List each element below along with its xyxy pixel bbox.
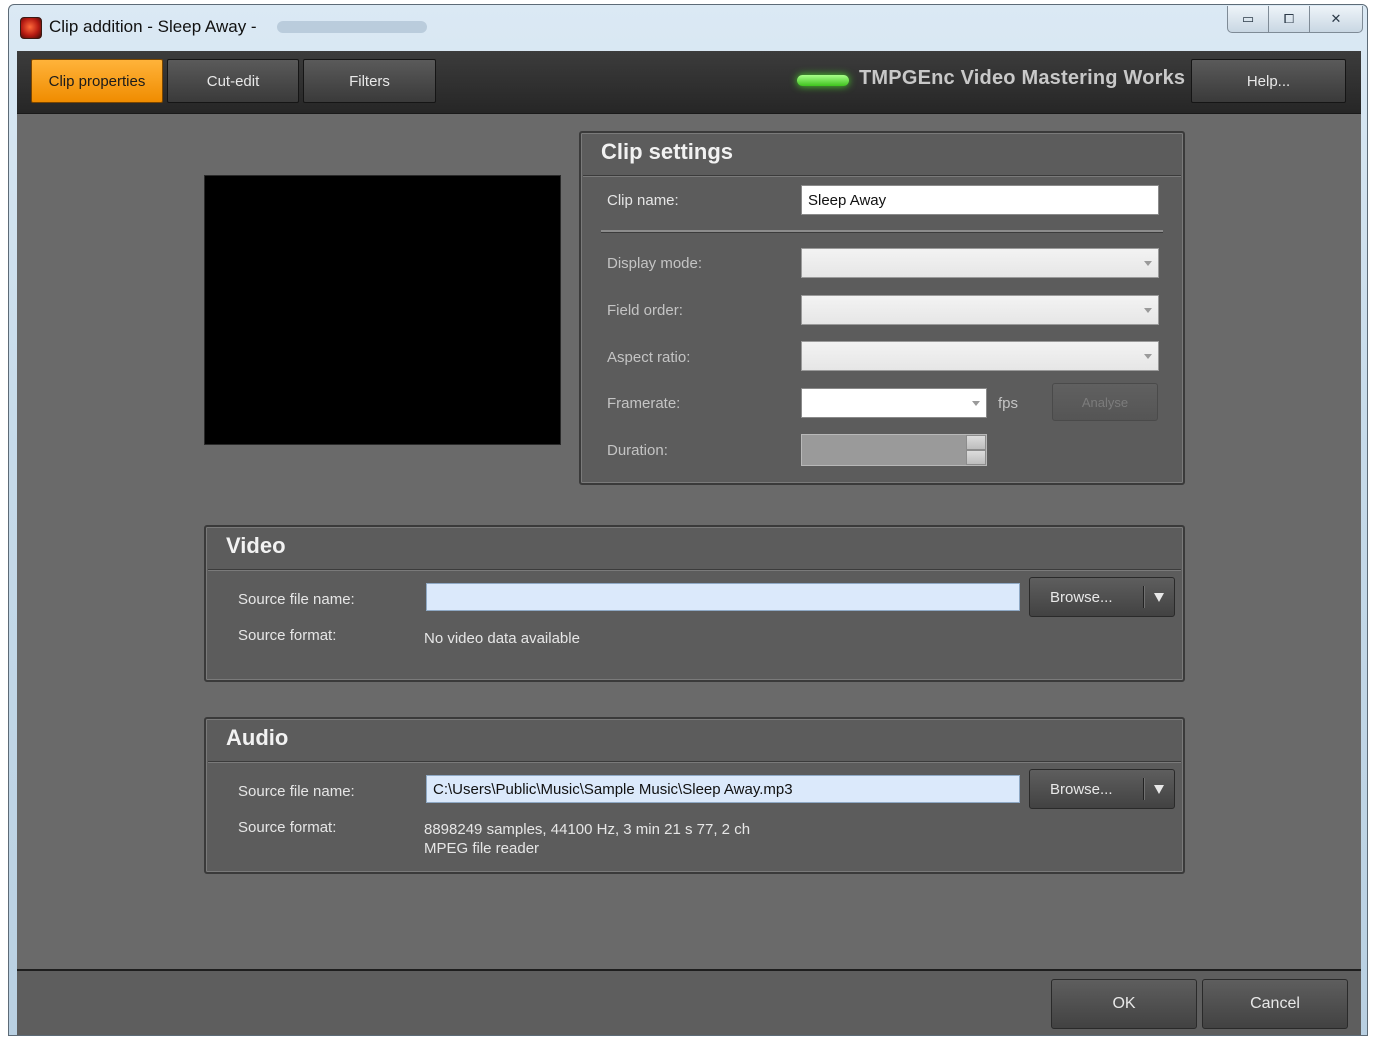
display-mode-select[interactable] xyxy=(801,248,1159,278)
chevron-down-icon xyxy=(1144,308,1152,313)
chevron-down-icon[interactable] xyxy=(1154,785,1164,794)
maximize-button[interactable]: ⧠ xyxy=(1268,6,1310,33)
analyse-button[interactable]: Analyse xyxy=(1052,383,1158,421)
aspect-ratio-select[interactable] xyxy=(801,341,1159,371)
chevron-down-icon xyxy=(972,401,980,406)
footer-bar: OK Cancel xyxy=(17,969,1361,1035)
window-title: Clip addition - Sleep Away - xyxy=(49,17,257,36)
video-source-file-input[interactable] xyxy=(426,583,1020,611)
video-title: Video xyxy=(226,533,286,558)
clip-settings-title: Clip settings xyxy=(601,139,734,164)
app-window: Clip addition - Sleep Away - ▭ ⧠ ✕ Clip … xyxy=(8,4,1368,1036)
duration-spinner[interactable] xyxy=(966,435,986,465)
audio-source-format-line1: 8898249 samples, 44100 Hz, 3 min 21 s 77… xyxy=(424,821,751,838)
video-source-file-label: Source file name: xyxy=(238,591,355,608)
split-divider xyxy=(1143,778,1144,800)
tab-filters[interactable]: Filters xyxy=(303,59,436,103)
video-browse-label: Browse... xyxy=(1050,589,1113,606)
settings-separator xyxy=(601,230,1163,232)
panel-divider xyxy=(583,175,1181,176)
maximize-icon: ⧠ xyxy=(1283,11,1295,27)
audio-source-file-label: Source file name: xyxy=(238,783,355,800)
minimize-button[interactable]: ▭ xyxy=(1227,6,1269,33)
audio-panel: Audio Source file name: C:\Users\Public\… xyxy=(204,717,1185,874)
video-browse-button[interactable]: Browse... xyxy=(1029,577,1175,617)
display-mode-label: Display mode: xyxy=(607,255,703,272)
status-led-icon xyxy=(797,75,849,86)
audio-title: Audio xyxy=(226,725,289,750)
panel-divider xyxy=(208,569,1181,570)
duration-label: Duration: xyxy=(607,442,668,459)
title-bar[interactable]: Clip addition - Sleep Away - ▭ ⧠ ✕ xyxy=(9,5,1367,51)
clip-name-input[interactable]: Sleep Away xyxy=(801,185,1159,215)
aspect-ratio-label: Aspect ratio: xyxy=(607,349,691,366)
duration-input[interactable] xyxy=(801,434,987,466)
field-order-label: Field order: xyxy=(607,302,683,319)
chevron-down-icon xyxy=(1144,261,1152,266)
tab-cut-edit[interactable]: Cut-edit xyxy=(167,59,299,103)
framerate-select[interactable] xyxy=(801,388,987,418)
audio-source-file-input[interactable]: C:\Users\Public\Music\Sample Music\Sleep… xyxy=(426,775,1020,803)
chevron-down-icon xyxy=(1144,354,1152,359)
close-button[interactable]: ✕ xyxy=(1309,6,1363,33)
window-controls: ▭ ⧠ ✕ xyxy=(1227,6,1363,34)
clip-name-label: Clip name: xyxy=(607,192,679,209)
cancel-button[interactable]: Cancel xyxy=(1202,979,1348,1029)
video-preview xyxy=(204,175,561,445)
audio-browse-label: Browse... xyxy=(1050,781,1113,798)
split-divider xyxy=(1143,586,1144,608)
audio-source-format-label: Source format: xyxy=(238,819,337,836)
framerate-unit: fps xyxy=(998,395,1019,412)
tab-clip-properties[interactable]: Clip properties xyxy=(31,59,163,103)
close-icon: ✕ xyxy=(1330,11,1342,27)
audio-browse-button[interactable]: Browse... xyxy=(1029,769,1175,809)
clip-settings-panel: Clip settings Clip name: Sleep Away Disp… xyxy=(579,131,1185,485)
chevron-down-icon[interactable] xyxy=(1154,593,1164,602)
app-logo-icon xyxy=(20,17,42,39)
panel-divider xyxy=(208,761,1181,762)
top-toolbar: Clip properties Cut-edit Filters TMPGEnc… xyxy=(17,51,1361,114)
video-source-format-label: Source format: xyxy=(238,627,337,644)
minimize-icon: ▭ xyxy=(1241,11,1255,27)
spin-up-icon[interactable] xyxy=(966,435,986,450)
title-blur xyxy=(277,21,427,33)
framerate-label: Framerate: xyxy=(607,395,681,412)
brand-title: TMPGEnc Video Mastering Works 5 xyxy=(859,67,1203,89)
audio-source-format-line2: MPEG file reader xyxy=(424,840,540,857)
spin-down-icon[interactable] xyxy=(966,450,986,465)
video-source-format-value: No video data available xyxy=(424,630,580,647)
ok-button[interactable]: OK xyxy=(1051,979,1197,1029)
help-button[interactable]: Help... xyxy=(1191,59,1346,103)
field-order-select[interactable] xyxy=(801,295,1159,325)
dialog-client: Clip properties Cut-edit Filters TMPGEnc… xyxy=(17,51,1361,1035)
video-panel: Video Source file name: Browse... Source… xyxy=(204,525,1185,682)
